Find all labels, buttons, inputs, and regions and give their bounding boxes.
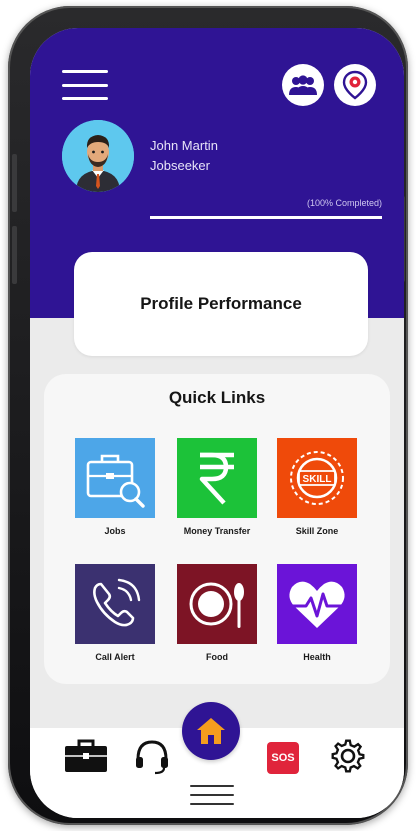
quick-link-skill-zone[interactable]: SKILL Skill Zone [277, 438, 357, 544]
user-avatar-icon [62, 120, 134, 192]
quick-link-label: Call Alert [95, 652, 135, 662]
community-button[interactable] [282, 64, 324, 106]
quick-link-icon-bg [75, 438, 155, 518]
skill-badge-icon: SKILL [290, 451, 344, 505]
quick-link-label: Food [206, 652, 228, 662]
quick-link-icon-bg [177, 438, 257, 518]
quick-link-icon-bg [277, 564, 357, 644]
profile-completion-label: (100% Completed) [306, 198, 382, 208]
avatar[interactable] [62, 120, 134, 192]
volume-up-button [12, 154, 17, 212]
user-name: John Martin [150, 138, 218, 153]
nav-support-button[interactable] [128, 736, 176, 776]
settings-gear-icon [331, 739, 365, 773]
location-pin-icon [342, 70, 368, 100]
app-screen: John Martin Jobseeker (100% Completed) P… [30, 28, 404, 818]
quick-link-label: Jobs [104, 526, 126, 536]
headset-icon [136, 740, 168, 775]
briefcase-icon [65, 739, 107, 772]
phone-call-icon [93, 578, 141, 627]
quick-link-food[interactable]: Food [177, 564, 257, 670]
volume-down-button [12, 226, 17, 284]
svg-text:SKILL: SKILL [303, 474, 332, 485]
profile-progress-bar [150, 216, 382, 219]
rupee-icon [199, 452, 234, 505]
user-role: Jobseeker [150, 158, 210, 173]
heart-pulse-icon [288, 581, 346, 628]
profile-performance-title: Profile Performance [140, 294, 302, 313]
bottom-drawer-handle[interactable] [190, 785, 234, 805]
briefcase-search-icon [86, 454, 145, 508]
quick-link-label: Skill Zone [295, 526, 339, 536]
location-button[interactable] [334, 64, 376, 106]
quick-links-card: Quick Links Jobs Money Transfer SKILL Sk… [44, 374, 390, 684]
group-icon [289, 75, 317, 95]
profile-performance-card[interactable]: Profile Performance [74, 252, 368, 356]
quick-link-jobs[interactable]: Jobs [75, 438, 155, 544]
menu-icon[interactable] [62, 70, 108, 100]
nav-settings-button[interactable] [324, 736, 372, 776]
sos-button[interactable]: SOS [267, 742, 299, 774]
quick-link-health[interactable]: Health [277, 564, 357, 670]
plate-spoon-icon [189, 582, 244, 628]
quick-link-icon-bg [75, 564, 155, 644]
phone-frame: John Martin Jobseeker (100% Completed) P… [8, 6, 408, 825]
quick-link-label: Health [303, 652, 331, 662]
home-icon [197, 718, 225, 744]
quick-link-icon-bg: SKILL [277, 438, 357, 518]
quick-link-icon-bg [177, 564, 257, 644]
nav-jobs-button[interactable] [62, 736, 110, 776]
home-button[interactable] [182, 702, 240, 760]
quick-links-title: Quick Links [168, 388, 266, 407]
quick-link-label: Money Transfer [183, 526, 251, 536]
profile-progress-fill [150, 216, 382, 219]
quick-link-call-alert[interactable]: Call Alert [75, 564, 155, 670]
quick-link-money-transfer[interactable]: Money Transfer [177, 438, 257, 544]
